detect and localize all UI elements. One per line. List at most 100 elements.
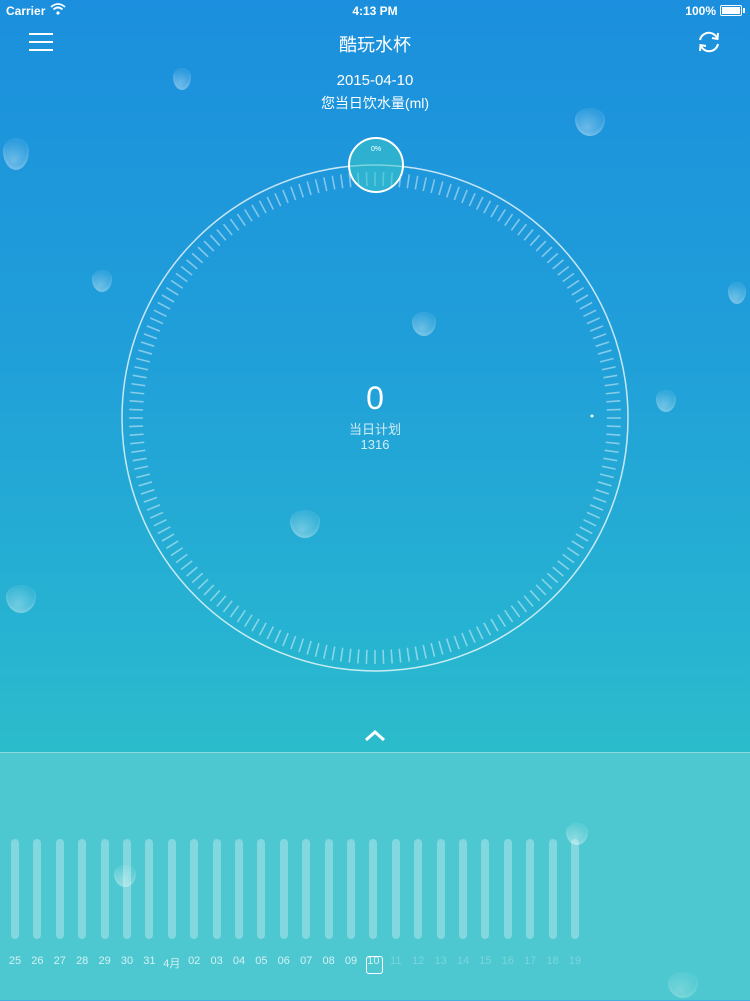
- dial-tick: [210, 590, 219, 600]
- history-bar[interactable]: [213, 839, 221, 939]
- day-label[interactable]: 15: [474, 955, 496, 967]
- dial-tick: [260, 623, 267, 635]
- day-label[interactable]: 02: [183, 955, 205, 967]
- dial-tick: [224, 601, 233, 612]
- dial-tick: [477, 627, 483, 640]
- history-bar[interactable]: [257, 839, 265, 939]
- day-label[interactable]: 06: [273, 955, 295, 967]
- water-intake-dial[interactable]: [0, 0, 750, 700]
- dial-tick: [237, 214, 245, 226]
- dial-tick: [198, 579, 208, 589]
- dial-tick: [536, 241, 546, 251]
- selected-day-marker: [366, 956, 383, 974]
- dial-tick: [547, 573, 557, 582]
- history-bar[interactable]: [549, 839, 557, 939]
- day-label[interactable]: 4月: [161, 955, 183, 971]
- dial-tick: [391, 649, 392, 663]
- dial-tick: [558, 267, 569, 276]
- day-label[interactable]: 18: [542, 955, 564, 967]
- day-label[interactable]: 08: [318, 955, 340, 967]
- dial-tick: [307, 182, 311, 195]
- day-label[interactable]: 29: [94, 955, 116, 967]
- dial-tick: [505, 610, 513, 622]
- dial-tick: [139, 350, 152, 354]
- dial-tick: [171, 280, 183, 288]
- dial-tick: [596, 342, 609, 346]
- day-label[interactable]: 17: [519, 955, 541, 967]
- day-label[interactable]: 28: [71, 955, 93, 967]
- day-label[interactable]: 03: [206, 955, 228, 967]
- day-label[interactable]: 31: [138, 955, 160, 967]
- dial-tick: [603, 458, 617, 460]
- dial-tick: [415, 176, 417, 190]
- dial-tick: [147, 505, 160, 510]
- history-bar[interactable]: [481, 839, 489, 939]
- dial-tick: [596, 490, 609, 494]
- day-label[interactable]: 16: [497, 955, 519, 967]
- day-label[interactable]: 07: [295, 955, 317, 967]
- history-bar[interactable]: [33, 839, 41, 939]
- day-label[interactable]: 09: [340, 955, 362, 967]
- history-bar[interactable]: [280, 839, 288, 939]
- history-bar[interactable]: [571, 839, 579, 939]
- history-bar[interactable]: [11, 839, 19, 939]
- history-bar[interactable]: [325, 839, 333, 939]
- day-label[interactable]: 27: [49, 955, 71, 967]
- day-label[interactable]: 12: [407, 955, 429, 967]
- dial-tick: [192, 253, 202, 262]
- dial-tick: [192, 573, 202, 582]
- dial-handle[interactable]: 0%: [348, 137, 404, 193]
- dial-tick: [237, 610, 245, 622]
- history-bar[interactable]: [414, 839, 422, 939]
- dial-tick: [498, 615, 505, 627]
- dial-tick: [518, 224, 527, 235]
- history-bar[interactable]: [459, 839, 467, 939]
- dial-tick: [299, 184, 303, 197]
- dial-tick: [283, 190, 288, 203]
- history-bar[interactable]: [145, 839, 153, 939]
- dial-tick: [477, 197, 483, 210]
- dial-tick: [332, 646, 334, 660]
- dial-tick: [324, 645, 327, 659]
- history-bar[interactable]: [504, 839, 512, 939]
- history-bar[interactable]: [392, 839, 400, 939]
- dial-tick: [563, 554, 574, 562]
- dial-tick: [530, 590, 539, 600]
- dial-tick: [150, 512, 163, 518]
- dial-tick: [484, 201, 491, 213]
- history-bar[interactable]: [56, 839, 64, 939]
- history-bar[interactable]: [78, 839, 86, 939]
- dial-tick: [572, 288, 584, 295]
- dial-tick: [598, 350, 611, 354]
- dial-tick: [407, 174, 409, 188]
- intake-value: 0: [0, 380, 750, 417]
- dial-tick: [399, 649, 400, 663]
- day-label[interactable]: 11: [385, 955, 407, 967]
- dial-tick: [600, 358, 614, 361]
- dial-tick: [454, 636, 459, 649]
- dial-tick: [166, 288, 178, 295]
- history-bar[interactable]: [123, 839, 131, 939]
- history-bar[interactable]: [101, 839, 109, 939]
- day-label[interactable]: 26: [26, 955, 48, 967]
- history-bar[interactable]: [302, 839, 310, 939]
- day-label[interactable]: 13: [430, 955, 452, 967]
- dial-tick: [307, 641, 311, 654]
- history-bar[interactable]: [168, 839, 176, 939]
- chevron-up-icon[interactable]: [363, 727, 387, 743]
- day-label[interactable]: 14: [452, 955, 474, 967]
- history-bar[interactable]: [347, 839, 355, 939]
- day-label[interactable]: 05: [250, 955, 272, 967]
- day-label[interactable]: 19: [564, 955, 586, 967]
- history-bar[interactable]: [190, 839, 198, 939]
- day-label[interactable]: 25: [4, 955, 26, 967]
- history-bar[interactable]: [526, 839, 534, 939]
- dial-tick: [181, 561, 192, 570]
- dial-tick: [511, 219, 519, 230]
- history-bar[interactable]: [369, 839, 377, 939]
- day-label[interactable]: 04: [228, 955, 250, 967]
- history-bar[interactable]: [235, 839, 243, 939]
- dial-tick: [210, 235, 219, 245]
- day-label[interactable]: 30: [116, 955, 138, 967]
- history-bar[interactable]: [437, 839, 445, 939]
